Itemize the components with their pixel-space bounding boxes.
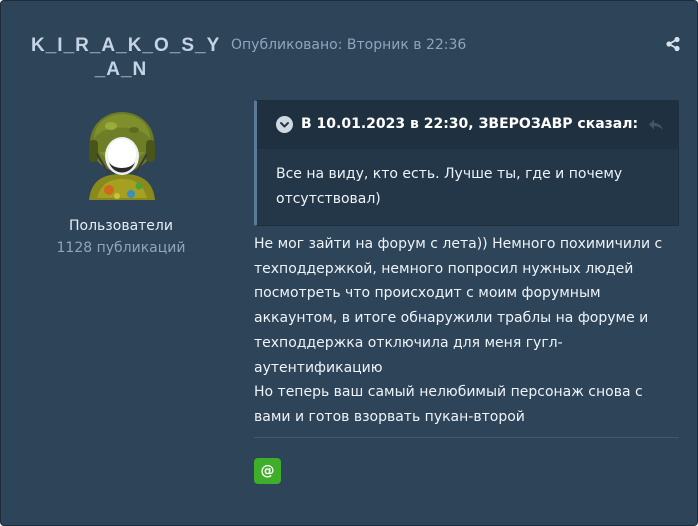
post-text-line: Но теперь ваш самый нелюбимый персонаж с… — [254, 384, 643, 401]
reply-arrow-icon[interactable] — [648, 117, 664, 131]
author-name-line2[interactable]: _A_N — [31, 58, 211, 82]
post-published-date: Опубликовано: Вторник в 22:36 — [231, 37, 467, 53]
quote-citation[interactable]: В 10.01.2023 в 22:30, ЗВЕРОЗАВР сказал: — [301, 115, 638, 134]
post-divider — [254, 437, 679, 438]
quote-text-line: отсутствовал) — [276, 191, 381, 207]
quote-block: В 10.01.2023 в 22:30, ЗВЕРОЗАВР сказал: … — [254, 100, 679, 226]
post-text-line: аутентификацию — [254, 359, 383, 376]
share-icon[interactable] — [665, 36, 681, 52]
author-post-count[interactable]: 1128 публикаций — [31, 239, 211, 257]
post-text-line: Не мог зайти на форум с лета)) Немного п… — [254, 236, 663, 252]
author-name-line1[interactable]: K_I_R_A_K_O_S_Y — [31, 34, 219, 58]
author-name[interactable]: K_I_R_A_K_O_S_Y _A_N — [31, 34, 219, 82]
author-group: Пользователи — [69, 218, 173, 234]
quote-text-line: Все на виду, кто есть. Лучше ты, где и п… — [276, 166, 623, 182]
post-text-line: аккаунтом, в итоге обнаружили траблы на … — [254, 310, 649, 327]
post-text-line: техподдержка отключила для меня гугл- — [254, 334, 563, 351]
post-text-line: техподдержкой, немного попросил нужных л… — [254, 260, 634, 277]
avatar[interactable] — [79, 104, 165, 204]
post-text-line: вами и готов взорвать пукан-второй — [254, 408, 525, 425]
mention-button[interactable]: @ — [254, 458, 281, 484]
post-content: Не мог зайти на форум с лета)) Немного п… — [254, 232, 679, 430]
quote-text: Все на виду, кто есть. Лучше ты, где и п… — [276, 162, 666, 212]
chevron-down-icon[interactable] — [276, 116, 293, 133]
post-text-line: посмотреть что происходит с моим форумны… — [254, 285, 601, 302]
quote-header: В 10.01.2023 в 22:30, ЗВЕРОЗАВР сказал: — [257, 101, 678, 149]
forum-post: K_I_R_A_K_O_S_Y _A_N Опубликовано: Вторн… — [0, 0, 698, 526]
